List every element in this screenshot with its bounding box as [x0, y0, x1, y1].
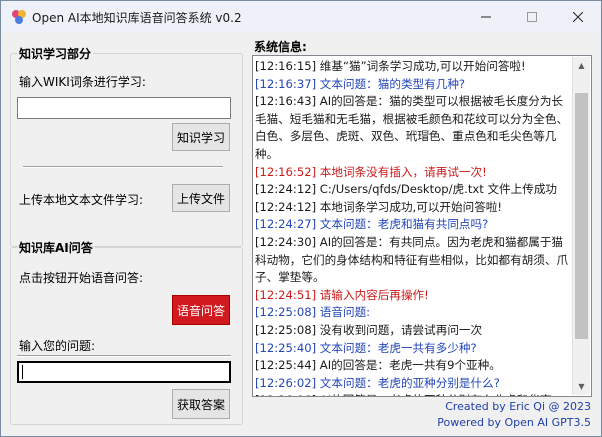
scroll-down-icon[interactable]: ▼: [573, 378, 590, 395]
log-line: [12:24:30] AI的回答是：有共同点。因为老虎和猫都属于猫科动物，它们的…: [255, 234, 569, 285]
qa-group-legend: 知识库AI问答: [19, 241, 93, 255]
app-logo-icon: [12, 10, 26, 24]
log-line: [12:16:37] 文本问题：猫的类型有几种?: [255, 76, 466, 91]
log-scrollbar[interactable]: ▲ ▼: [572, 57, 590, 395]
get-answer-button[interactable]: 获取答案: [172, 389, 230, 419]
voice-label: 点击按钮开始语音问答:: [19, 271, 144, 285]
log-line: [12:25:40] 文本问题：老虎一共有多少种?: [255, 340, 477, 355]
maximize-icon: [527, 12, 537, 22]
log-line: [12:25:08] 语音问题:: [255, 305, 371, 320]
log-line: [12:16:52] 本地词条没有插入，请再试一次!: [255, 164, 487, 179]
wiki-label: 输入WIKI词条进行学习:: [19, 75, 146, 89]
minimize-icon: [481, 16, 491, 18]
maximize-button[interactable]: [509, 1, 555, 33]
title-bar[interactable]: Open AI本地知识库语音问答系统 v0.2: [1, 1, 601, 33]
upload-button[interactable]: 上传文件: [172, 184, 230, 212]
learn-group-legend: 知识学习部分: [19, 47, 92, 61]
window-title: Open AI本地知识库语音问答系统 v0.2: [32, 11, 242, 25]
wiki-input[interactable]: [17, 97, 231, 119]
minimize-button[interactable]: [463, 1, 509, 33]
scroll-thumb[interactable]: [575, 93, 588, 339]
log-line: [12:26:06] AI的回答是：老虎的亚种分别有东北虎和华南虎，目前普遍认为…: [255, 392, 573, 396]
log-title: 系统信息:: [254, 40, 307, 54]
log-content: [12:16:15] 维基“猫”词条学习成功,可以开始问答啦! [12:16:37…: [255, 58, 573, 396]
log-line: [12:24:27] 文本问题：老虎和猫有共同点吗?: [255, 217, 489, 232]
close-button[interactable]: [555, 1, 601, 33]
log-line: [12:24:12] 本地词条学习成功,可以开始问答啦!: [255, 199, 503, 214]
log-line: [12:24:51] 请输入内容后再操作!: [255, 287, 429, 302]
log-line: [12:25:08] 没有收到问题，请尝试再问一次: [255, 322, 483, 337]
text-caret: [22, 365, 23, 379]
scroll-up-icon[interactable]: ▲: [573, 57, 590, 74]
voice-qa-button[interactable]: 语音问答: [172, 295, 230, 325]
log-line: [12:16:43] AI的回答是：猫的类型可以根据被毛长度分为长毛猫、短毛猫和…: [255, 94, 569, 161]
log-line: [12:16:15] 维基“猫”词条学习成功,可以开始问答啦!: [255, 59, 526, 73]
client-area: 知识学习部分 输入WIKI词条进行学习: 知识学习 上传本地文本文件学习: 上传…: [1, 33, 601, 436]
credit-author: Created by Eric Qi @ 2023: [445, 400, 591, 413]
log-textbox[interactable]: [12:16:15] 维基“猫”词条学习成功,可以开始问答啦! [12:16:37…: [252, 55, 592, 397]
learn-button[interactable]: 知识学习: [172, 123, 230, 151]
question-label: 输入您的问题:: [19, 339, 96, 353]
question-separator: [17, 355, 231, 357]
credit-powered: Powered by Open AI GPT3.5: [437, 416, 591, 429]
learn-separator: [23, 166, 223, 168]
question-input[interactable]: [17, 361, 231, 383]
close-icon: [573, 12, 583, 22]
log-line: [12:26:02] 文本问题：老虎的亚种分别是什么?: [255, 375, 500, 390]
upload-label: 上传本地文本文件学习:: [19, 193, 144, 207]
log-line: [12:25:44] AI的回答是：老虎一共有9个亚种。: [255, 358, 501, 373]
app-window: Open AI本地知识库语音问答系统 v0.2 知识学习部分 输入WIKI词条进…: [0, 0, 602, 437]
log-line: [12:24:12] C:/Users/qfds/Desktop/虎.txt 文…: [255, 182, 558, 197]
